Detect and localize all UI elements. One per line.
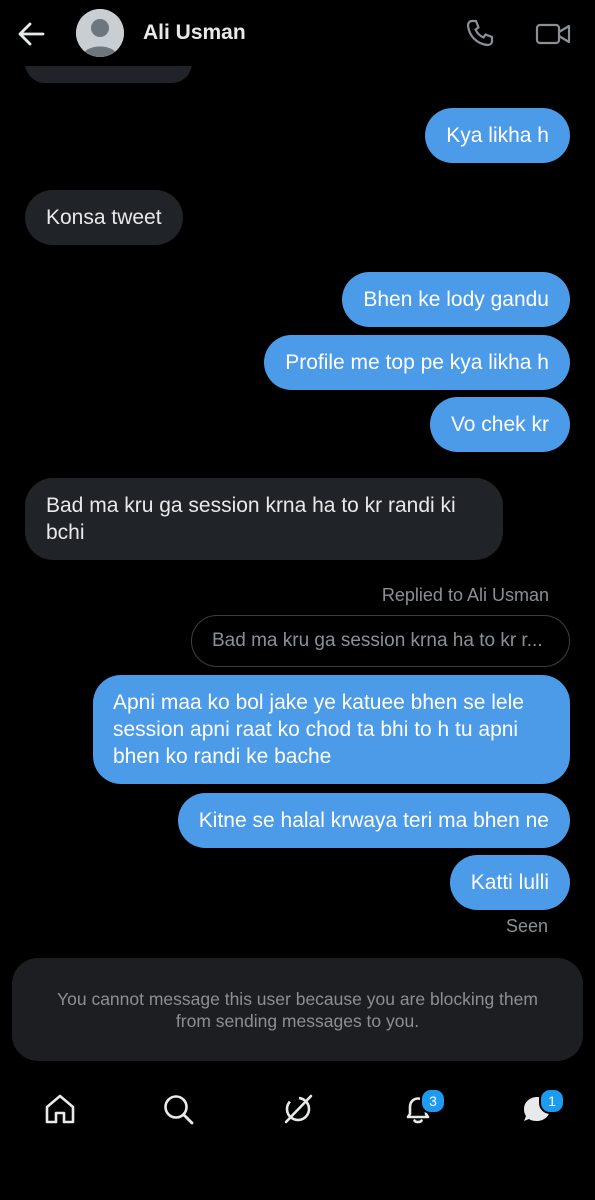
messages-badge: 1 xyxy=(539,1088,565,1114)
video-camera-icon xyxy=(535,23,571,45)
back-button[interactable] xyxy=(16,20,46,48)
blocked-notice: You cannot message this user because you… xyxy=(12,958,583,1061)
contact-name[interactable]: Ali Usman xyxy=(143,20,246,46)
grok-icon xyxy=(284,1094,313,1124)
video-call-button[interactable] xyxy=(535,20,571,48)
message-bubble-outgoing[interactable]: Kya likha h xyxy=(425,108,570,163)
chat-header: Ali Usman xyxy=(0,0,595,66)
phone-icon xyxy=(466,19,494,47)
message-bubble-outgoing[interactable]: Apni maa ko bol jake ye katuee bhen se l… xyxy=(93,675,570,784)
nav-grok[interactable] xyxy=(278,1089,318,1129)
message-bubble-outgoing[interactable]: Vo chek kr xyxy=(429,397,570,452)
notification-badge: 3 xyxy=(420,1088,446,1114)
nav-home[interactable] xyxy=(40,1089,80,1129)
message-bubble-outgoing[interactable]: Profile me top pe kya likha h xyxy=(264,335,570,390)
blocked-notice-text: You cannot message this user because you… xyxy=(57,989,538,1031)
message-bubble-incoming[interactable]: Konsa tweet xyxy=(25,190,183,245)
replied-to-label: Replied to Ali Usman xyxy=(381,585,549,605)
reply-preview[interactable]: Bad ma kru ga session krna ha to kr r... xyxy=(191,615,570,667)
bottom-nav: 3 1 xyxy=(0,1075,595,1200)
search-icon xyxy=(164,1095,194,1125)
message-bubble-outgoing[interactable]: Kitne se halal krwaya teri ma bhen ne xyxy=(177,793,570,848)
nav-search[interactable] xyxy=(158,1089,198,1129)
message-bubble-outgoing[interactable]: Bhen ke lody gandu xyxy=(342,272,570,327)
nav-notifications[interactable]: 3 xyxy=(398,1088,446,1129)
seen-status: Seen xyxy=(505,916,548,936)
avatar[interactable] xyxy=(76,9,124,57)
arrow-left-icon xyxy=(18,22,45,46)
home-icon xyxy=(45,1094,75,1124)
default-avatar-icon xyxy=(76,9,124,57)
call-button[interactable] xyxy=(465,18,495,48)
message-bubble-incoming[interactable]: Bad ma kru ga session krna ha to kr rand… xyxy=(25,478,503,560)
message-bubble-outgoing[interactable]: Katti lulli xyxy=(449,855,570,910)
nav-messages[interactable]: 1 xyxy=(517,1088,565,1129)
